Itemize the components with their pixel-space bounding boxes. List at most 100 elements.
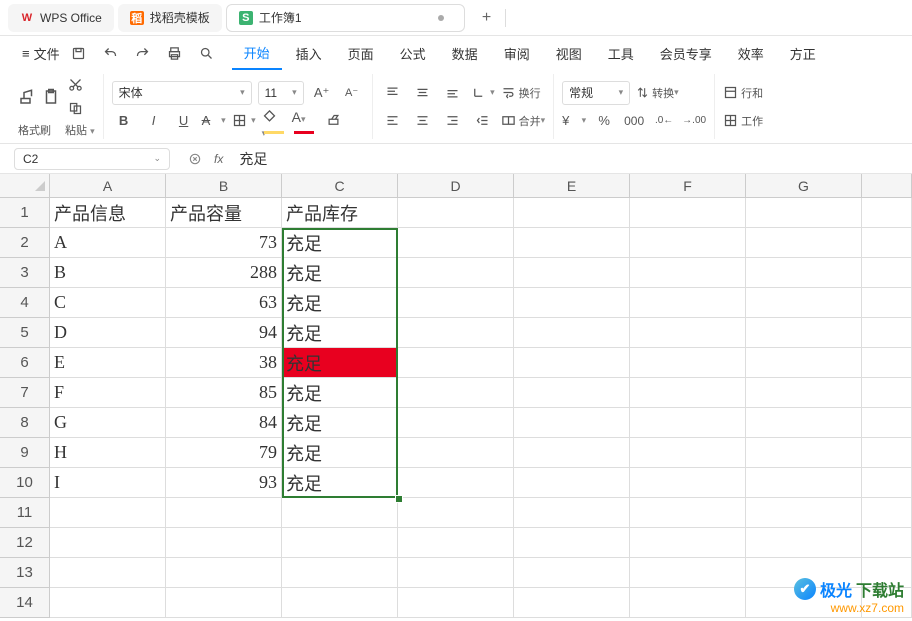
cell[interactable] — [746, 468, 862, 498]
cell[interactable] — [746, 348, 862, 378]
row-header[interactable]: 2 — [0, 228, 50, 258]
cell[interactable] — [514, 588, 630, 618]
cell[interactable]: 充足 — [282, 468, 398, 498]
cell[interactable]: 充足 — [282, 288, 398, 318]
align-center-icon[interactable] — [411, 109, 435, 133]
spreadsheet-grid[interactable]: A B C D E F G 1产品信息产品容量产品库存2A73充足3B288充足… — [0, 174, 912, 618]
row-header[interactable]: 5 — [0, 318, 50, 348]
cell[interactable] — [746, 228, 862, 258]
cell[interactable] — [514, 558, 630, 588]
cell[interactable] — [398, 348, 514, 378]
cell[interactable]: 38 — [166, 348, 282, 378]
row-header[interactable]: 1 — [0, 198, 50, 228]
cell[interactable]: I — [50, 468, 166, 498]
cell[interactable] — [514, 468, 630, 498]
row-header[interactable]: 7 — [0, 378, 50, 408]
select-all-corner[interactable] — [0, 174, 50, 197]
paste-button[interactable] — [42, 88, 60, 106]
cell[interactable] — [630, 588, 746, 618]
cell[interactable] — [630, 198, 746, 228]
cell[interactable] — [398, 318, 514, 348]
app-tab-wps[interactable]: W WPS Office — [8, 4, 114, 32]
cell[interactable] — [862, 378, 912, 408]
tab-insert[interactable]: 插入 — [284, 38, 334, 69]
column-header[interactable]: C — [282, 174, 398, 197]
clear-format-button[interactable] — [322, 109, 346, 133]
cell[interactable] — [50, 498, 166, 528]
cell[interactable] — [166, 558, 282, 588]
cell[interactable] — [630, 558, 746, 588]
tab-start[interactable]: 开始 — [232, 37, 282, 70]
close-tab-icon[interactable] — [438, 15, 444, 21]
fill-color-button[interactable]: ▾ — [262, 109, 286, 133]
column-header[interactable]: D — [398, 174, 514, 197]
cell[interactable] — [398, 588, 514, 618]
cell[interactable]: 288 — [166, 258, 282, 288]
cell[interactable] — [166, 588, 282, 618]
tab-formula[interactable]: 公式 — [388, 38, 438, 69]
cell[interactable] — [514, 528, 630, 558]
cell[interactable] — [398, 288, 514, 318]
cell[interactable] — [630, 348, 746, 378]
cell[interactable]: E — [50, 348, 166, 378]
fx-icon[interactable]: fx — [214, 152, 223, 166]
row-header[interactable]: 9 — [0, 438, 50, 468]
column-header[interactable]: A — [50, 174, 166, 197]
print-icon[interactable] — [166, 44, 184, 62]
cell[interactable] — [862, 198, 912, 228]
align-bottom-icon[interactable] — [441, 81, 465, 105]
cell[interactable] — [282, 558, 398, 588]
tab-review[interactable]: 审阅 — [492, 38, 542, 69]
row-header[interactable]: 4 — [0, 288, 50, 318]
cell[interactable] — [862, 348, 912, 378]
column-header[interactable]: B — [166, 174, 282, 197]
tab-efficiency[interactable]: 效率 — [726, 38, 776, 69]
tab-member[interactable]: 会员专享 — [648, 38, 724, 69]
tab-page[interactable]: 页面 — [336, 38, 386, 69]
cell[interactable] — [862, 258, 912, 288]
wrap-text-button[interactable]: 换行 — [501, 81, 541, 105]
cell[interactable] — [398, 528, 514, 558]
format-painter-button[interactable] — [18, 88, 36, 106]
number-format-select[interactable]: 常规▾ — [562, 81, 630, 105]
cell[interactable] — [50, 588, 166, 618]
align-left-icon[interactable] — [381, 109, 405, 133]
italic-button[interactable]: I — [142, 109, 166, 133]
cell[interactable] — [398, 468, 514, 498]
cell[interactable] — [514, 228, 630, 258]
align-middle-icon[interactable] — [411, 81, 435, 105]
cell[interactable] — [282, 588, 398, 618]
cell[interactable] — [746, 408, 862, 438]
cell[interactable] — [746, 498, 862, 528]
cell[interactable] — [514, 348, 630, 378]
row-header[interactable]: 14 — [0, 588, 50, 618]
search-icon[interactable] — [198, 44, 216, 62]
cell[interactable]: C — [50, 288, 166, 318]
cell[interactable]: G — [50, 408, 166, 438]
cell[interactable] — [630, 468, 746, 498]
decrease-font-icon[interactable]: A⁻ — [340, 81, 364, 105]
cell[interactable] — [862, 528, 912, 558]
cell[interactable]: 充足 — [282, 378, 398, 408]
cell[interactable] — [514, 288, 630, 318]
copy-icon[interactable] — [66, 100, 84, 118]
app-tab-workbook[interactable]: S 工作簿1 — [226, 4, 465, 32]
cell[interactable] — [862, 498, 912, 528]
align-right-icon[interactable] — [441, 109, 465, 133]
cell[interactable]: 63 — [166, 288, 282, 318]
cell[interactable] — [630, 378, 746, 408]
cell[interactable]: 充足 — [282, 228, 398, 258]
underline-button[interactable]: U — [172, 109, 196, 133]
cell[interactable] — [398, 228, 514, 258]
cell[interactable] — [398, 258, 514, 288]
cell[interactable] — [398, 558, 514, 588]
save-icon[interactable] — [70, 44, 88, 62]
cell[interactable]: 93 — [166, 468, 282, 498]
cell[interactable] — [746, 288, 862, 318]
cell[interactable]: 充足 — [282, 258, 398, 288]
cell[interactable] — [862, 468, 912, 498]
tab-view[interactable]: 视图 — [544, 38, 594, 69]
cell[interactable] — [630, 228, 746, 258]
cell[interactable] — [514, 378, 630, 408]
cell[interactable] — [398, 438, 514, 468]
